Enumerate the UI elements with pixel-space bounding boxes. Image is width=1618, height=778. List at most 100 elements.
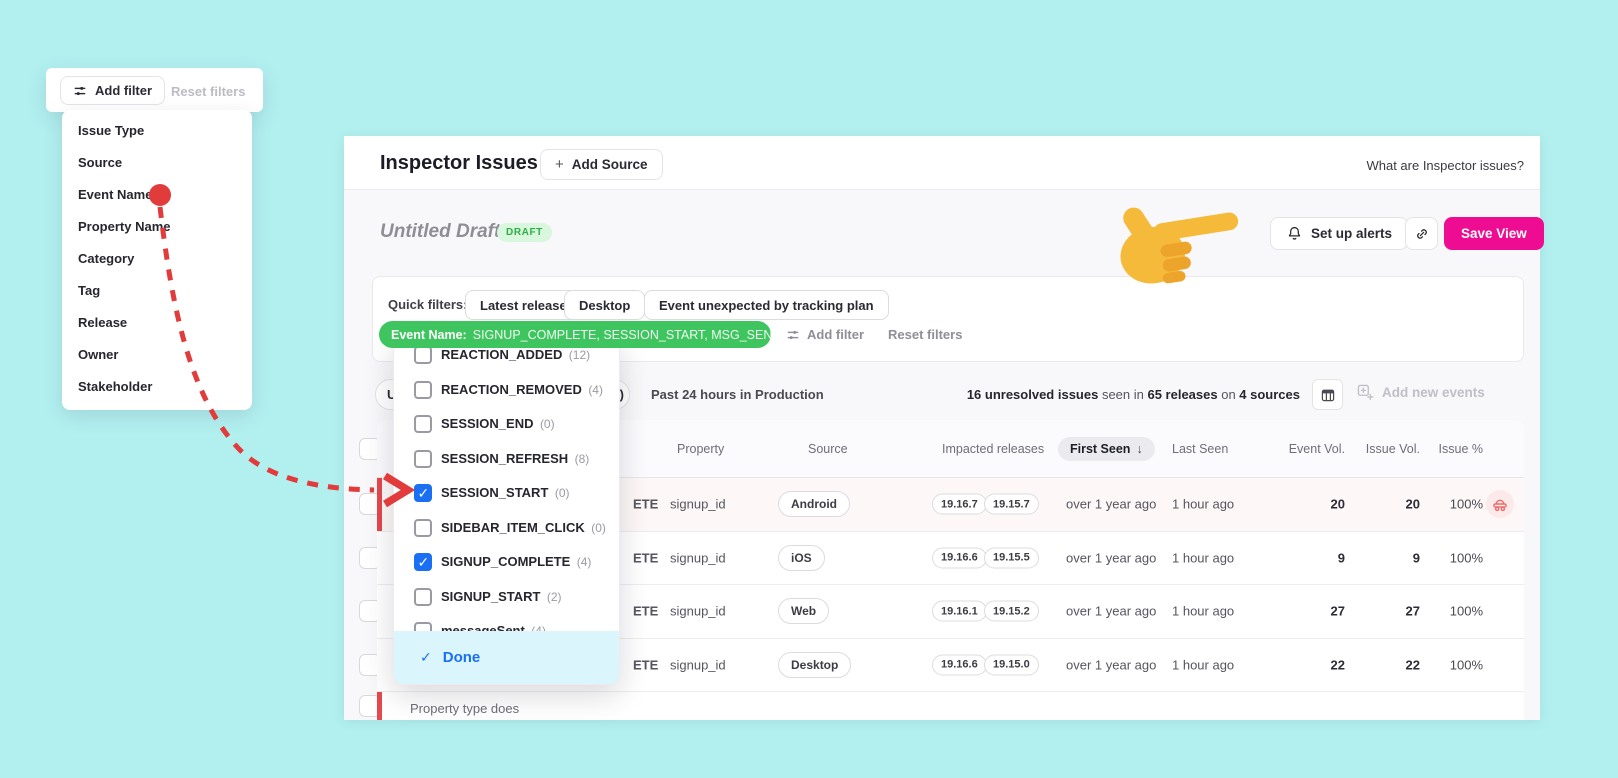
release-chip: 19.15.2 <box>984 600 1039 622</box>
source-chip: Web <box>778 598 830 625</box>
save-view-button[interactable]: Save View <box>1444 217 1544 250</box>
calendar-icon <box>1321 389 1334 401</box>
summary-sources: 4 sources <box>1239 387 1300 402</box>
checkbox-unchecked[interactable] <box>414 380 432 399</box>
canvas: Inspector Issues + Add Source What are I… <box>0 0 1618 778</box>
release-chip: 19.16.1 <box>932 600 987 622</box>
col-first-seen-sort[interactable]: First Seen ↓ <box>1058 436 1155 461</box>
property-cell: signup_id <box>670 496 726 512</box>
set-up-alerts-label: Set up alerts <box>1311 226 1393 241</box>
event-option-session-refresh[interactable]: SESSION_REFRESH (8) <box>394 442 619 476</box>
severity-strip <box>377 692 382 720</box>
done-button[interactable]: ✓ Done <box>394 631 619 684</box>
done-label: Done <box>442 649 481 666</box>
first-seen-cell: over 1 year ago <box>1066 496 1157 512</box>
last-seen-cell: 1 hour ago <box>1172 657 1235 673</box>
checkbox-unchecked[interactable] <box>414 415 432 433</box>
active-filter-name: Event Name: <box>391 327 467 342</box>
menu-item-issue-type[interactable]: Issue Type <box>62 115 252 147</box>
reset-filters-disabled: Reset filters <box>171 84 246 99</box>
checkbox-unchecked[interactable] <box>414 518 432 537</box>
checkbox-checked[interactable] <box>414 553 432 571</box>
menu-item-property-name[interactable]: Property Name <box>62 211 252 243</box>
release-chip: 19.16.6 <box>932 654 987 676</box>
event-vol-cell: 20 <box>1330 496 1345 512</box>
issues-summary: 16 unresolved issues seen in 65 releases… <box>966 387 1300 402</box>
checkbox-unchecked[interactable] <box>414 449 432 468</box>
event-option-session-start[interactable]: SESSION_START (0) <box>394 476 619 510</box>
sort-desc-icon: ↓ <box>1136 441 1143 456</box>
issue-pct-cell: 100% <box>1449 603 1483 619</box>
event-vol-cell: 9 <box>1337 550 1345 566</box>
first-seen-cell: over 1 year ago <box>1066 657 1157 673</box>
menu-item-stakeholder[interactable]: Stakeholder <box>62 371 252 403</box>
set-up-alerts-button[interactable]: Set up alerts <box>1270 217 1409 250</box>
last-seen-cell: 1 hour ago <box>1172 496 1235 512</box>
menu-item-tag[interactable]: Tag <box>62 275 252 307</box>
menu-item-owner[interactable]: Owner <box>62 339 252 371</box>
add-filter-secondary-label: Add filter <box>807 327 865 342</box>
add-filter-label: Add filter <box>95 83 153 98</box>
source-chip: Android <box>778 491 850 518</box>
release-chip: 19.15.0 <box>984 654 1039 676</box>
quick-filters-label: Quick filters: <box>388 297 468 312</box>
menu-item-source[interactable]: Source <box>62 147 252 179</box>
add-filter-secondary[interactable]: Add filter <box>786 327 864 342</box>
hot-issue-badge <box>1486 490 1514 519</box>
event-option-reaction-removed[interactable]: REACTION_REMOVED (4) <box>394 373 619 407</box>
calendar-button[interactable] <box>1312 379 1343 410</box>
release-chip: 19.15.7 <box>984 493 1039 515</box>
add-filter-button[interactable]: Add filter <box>60 76 166 105</box>
col-source[interactable]: Source <box>808 442 848 456</box>
active-filter-chip[interactable]: Event Name: SIGNUP_COMPLETE, SESSION_STA… <box>379 321 771 348</box>
menu-item-category[interactable]: Category <box>62 243 252 275</box>
summary-count: 16 unresolved issues <box>966 387 1099 402</box>
issue-pct-cell: 100% <box>1449 496 1483 512</box>
issue-title-fragment: Property type does <box>410 701 520 716</box>
event-name-fragment: ETE <box>633 550 659 566</box>
menu-item-event-name[interactable]: Event Name <box>62 179 252 211</box>
quick-filter-event-unexpected[interactable]: Event unexpected by tracking plan <box>644 290 889 320</box>
event-option-signup-complete[interactable]: SIGNUP_COMPLETE (4) <box>394 545 619 579</box>
release-chip: 19.16.6 <box>932 547 987 569</box>
add-new-events-button[interactable]: Add new events <box>1356 383 1485 401</box>
reset-filters-secondary[interactable]: Reset filters <box>888 327 962 342</box>
property-cell: signup_id <box>670 657 726 673</box>
property-cell: signup_id <box>670 550 726 566</box>
first-seen-cell: over 1 year ago <box>1066 550 1157 566</box>
last-seen-cell: 1 hour ago <box>1172 603 1235 619</box>
event-option-session-end[interactable]: SESSION_END (0) <box>394 407 619 441</box>
add-source-label: Add Source <box>571 157 648 172</box>
source-chip: iOS <box>778 544 825 571</box>
menu-item-release[interactable]: Release <box>62 307 252 339</box>
checkbox-checked[interactable] <box>414 484 432 502</box>
table-row-partial[interactable]: Property type does <box>377 692 1524 720</box>
filter-menu: Issue Type Source Event Name Property Na… <box>62 110 252 410</box>
add-source-button[interactable]: + Add Source <box>540 149 663 180</box>
col-event-vol[interactable]: Event Vol. <box>1265 442 1345 456</box>
last-seen-cell: 1 hour ago <box>1172 550 1235 566</box>
fire-truck-icon <box>1493 499 1507 512</box>
checkbox-unchecked[interactable] <box>414 346 432 364</box>
event-name-fragment: ETE <box>633 496 659 512</box>
col-impacted-releases[interactable]: Impacted releases <box>942 442 1044 456</box>
filter-icon <box>787 330 799 339</box>
issue-pct-cell: 100% <box>1449 550 1483 566</box>
checkbox-unchecked[interactable] <box>414 587 432 606</box>
check-icon: ✓ <box>420 649 432 665</box>
col-issue-pct[interactable]: Issue % <box>1403 442 1483 456</box>
help-link[interactable]: What are Inspector issues? <box>1366 158 1524 173</box>
summary-releases: 65 releases <box>1147 387 1218 402</box>
col-property[interactable]: Property <box>677 442 724 456</box>
view-name: Untitled Draft <box>380 221 501 242</box>
event-option-signup-start[interactable]: SIGNUP_START (2) <box>394 580 619 614</box>
event-vol-cell: 27 <box>1330 603 1345 619</box>
event-option-sidebar-item-click[interactable]: SIDEBAR_ITEM_CLICK (0) <box>394 511 619 545</box>
page-title: Inspector Issues <box>380 152 538 174</box>
col-last-seen[interactable]: Last Seen <box>1172 442 1228 456</box>
col-first-seen-label: First Seen <box>1070 441 1131 456</box>
event-name-fragment: ETE <box>633 603 659 619</box>
copy-link-button[interactable] <box>1405 217 1438 250</box>
quick-filter-desktop[interactable]: Desktop <box>564 290 646 320</box>
release-chip: 19.15.5 <box>984 547 1039 569</box>
